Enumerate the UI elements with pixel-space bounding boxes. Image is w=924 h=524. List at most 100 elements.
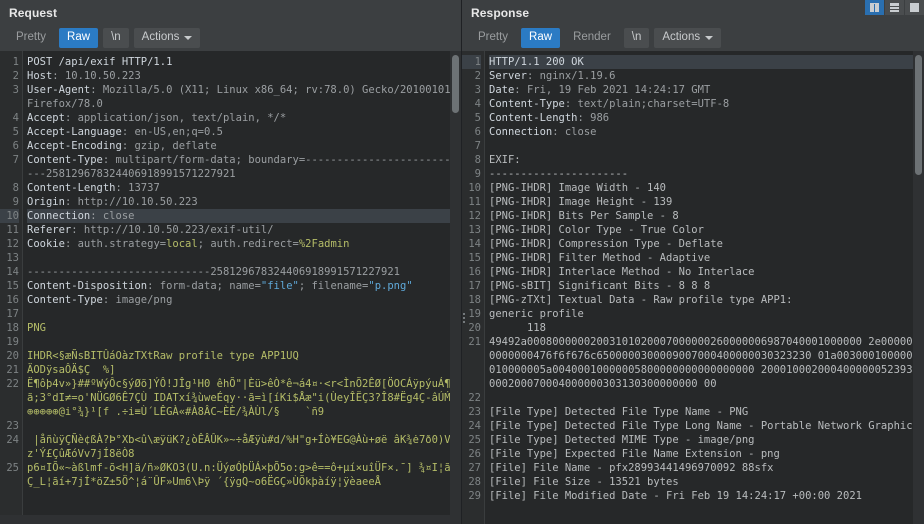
code-line[interactable] — [27, 307, 461, 321]
code-segment: HTTP/1.1 200 OK — [489, 56, 584, 68]
code-line[interactable]: -----------------------------25812967832… — [27, 265, 461, 279]
line-number: 25 — [468, 434, 481, 446]
code-line[interactable]: POST /api/exif HTTP/1.1 — [27, 55, 461, 69]
code-line[interactable]: Host: 10.10.50.223 — [27, 69, 461, 83]
line-number: 23 — [6, 420, 19, 432]
code-segment: : 13737 — [115, 182, 160, 194]
code-line[interactable]: [PNG-IHDR] Bits Per Sample - 8 — [489, 209, 924, 223]
line-number: 7 — [474, 140, 481, 152]
code-segment: Content-Disposition — [27, 280, 148, 292]
code-line[interactable]: User-Agent: Mozilla/5.0 (X11; Linux x86_… — [27, 83, 461, 111]
code-line[interactable] — [27, 419, 461, 433]
code-line[interactable]: [File] File Modified Date - Fri Feb 19 1… — [489, 489, 924, 503]
response-code[interactable]: HTTP/1.1 200 OK Server: nginx/1.19.6 Date:… — [484, 51, 924, 524]
line-number: 8 — [474, 154, 481, 166]
code-segment: Server — [489, 70, 527, 82]
code-line[interactable]: [PNG-IHDR] Compression Type - Deflate — [489, 237, 924, 251]
code-line[interactable]: |åñùÿÇÑè¢ßÀ?Þ°Xb<û\æÿüK?¿òÊÂÛK»~÷åÆÿù#d/… — [27, 433, 461, 461]
code-segment: "p.png" — [368, 280, 413, 292]
tab-newline[interactable]: \n — [103, 28, 129, 48]
code-line[interactable] — [27, 251, 461, 265]
code-segment: 118 — [489, 322, 546, 334]
response-vertical-scrollbar[interactable] — [913, 51, 924, 524]
tab-raw[interactable]: Raw — [59, 28, 99, 48]
line-number: 9 — [474, 168, 481, 180]
code-line[interactable]: Content-Disposition: form-data; name="fi… — [27, 279, 461, 293]
response-tab-render[interactable]: Render — [565, 28, 619, 48]
http-message-viewer: Request Pretty Raw \n Actions 1234567891… — [0, 0, 924, 524]
code-line[interactable]: [PNG-IHDR] Filter Method - Adaptive — [489, 251, 924, 265]
code-line[interactable]: [File Type] Detected MIME Type - image/p… — [489, 433, 924, 447]
response-scroll-thumb[interactable] — [915, 55, 922, 175]
response-editor[interactable]: 1 2 3 4 5 6 7 8 9 10 11 12 13 14 15 16 17 18 19 20 21 22 23 24 2… — [462, 51, 924, 524]
code-line[interactable]: Content-Type: multipart/form-data; bound… — [27, 153, 461, 181]
line-number: 18 — [6, 322, 19, 334]
request-vertical-scrollbar[interactable] — [450, 51, 461, 524]
code-line[interactable]: PNG — [27, 321, 461, 335]
response-actions-button[interactable]: Actions — [654, 28, 722, 48]
code-line[interactable]: Ë¶ôþ4v»}##ºWýÔc§ýØõ]ÝÔ!JÎg¹H0 êhÕ"|Èü>êÒ… — [27, 377, 461, 419]
code-line[interactable]: ÄODÿsaÔÄ$Ç %] — [27, 363, 461, 377]
request-editor[interactable]: 1 2 3 4 5 6 7 8 9 10 11 12 13 14 15 16 17 18 19 20 21 22 23 24 2… — [0, 51, 461, 524]
line-number: 16 — [6, 294, 19, 306]
code-line[interactable]: Referer: http://10.10.50.223/exif-util/ — [27, 223, 461, 237]
code-line[interactable]: IHDR<§æÑsBITÛáOàzTXtRaw profile type APP… — [27, 349, 461, 363]
code-line[interactable]: HTTP/1.1 200 OK — [489, 55, 924, 69]
code-line[interactable]: Content-Type: text/plain;charset=UTF-8 — [489, 97, 924, 111]
code-segment: [File Type] Detected File Type Long Name… — [489, 420, 919, 432]
actions-button[interactable]: Actions — [133, 28, 201, 48]
code-line[interactable] — [489, 139, 924, 153]
code-line[interactable]: [PNG-IHDR] Interlace Method - No Interla… — [489, 265, 924, 279]
code-line[interactable]: Content-Length: 986 — [489, 111, 924, 125]
line-number: 15 — [6, 280, 19, 292]
code-line[interactable]: ---------------------- — [489, 167, 924, 181]
code-line[interactable]: [PNG-zTXt] Textual Data - Raw profile ty… — [489, 293, 924, 307]
request-code[interactable]: POST /api/exif HTTP/1.1 Host: 10.10.50.22… — [22, 51, 461, 524]
code-line[interactable]: Accept-Encoding: gzip, deflate — [27, 139, 461, 153]
code-line[interactable]: Accept: application/json, text/plain, */… — [27, 111, 461, 125]
response-tab-newline[interactable]: \n — [623, 28, 650, 48]
code-segment: : Fri, 19 Feb 2021 14:24:17 GMT — [514, 84, 711, 96]
response-tab-pretty[interactable]: Pretty — [470, 28, 516, 48]
code-line[interactable]: [PNG-sBIT] Significant Bits - 8 8 8 — [489, 279, 924, 293]
response-tab-raw[interactable]: Raw — [521, 28, 561, 48]
code-line[interactable]: p6¤IÕ«~àßlmf-õ<H]ä/ñ»ØKO3(U.n:ÜýøÓþÜÁ×þÕ… — [27, 461, 461, 489]
code-line[interactable]: generic profile — [489, 307, 924, 321]
code-line[interactable]: [File Type] Detected File Type Name - PN… — [489, 405, 924, 419]
request-panel-header: Request — [0, 0, 461, 25]
code-line[interactable] — [27, 335, 461, 349]
code-line[interactable]: [File Type] Expected File Name Extension… — [489, 447, 924, 461]
code-line[interactable]: [File Type] Detected File Type Long Name… — [489, 419, 924, 433]
code-line[interactable]: Origin: http://10.10.50.223 — [27, 195, 461, 209]
code-line[interactable]: Date: Fri, 19 Feb 2021 14:24:17 GMT — [489, 83, 924, 97]
split-horizontal-button[interactable] — [885, 0, 904, 15]
code-segment: [PNG-IHDR] Color Type - True Color — [489, 224, 704, 236]
pane-drag-handle[interactable] — [462, 313, 466, 323]
code-line[interactable]: [PNG-IHDR] Color Type - True Color — [489, 223, 924, 237]
code-segment: : nginx/1.19.6 — [526, 70, 616, 82]
code-line[interactable]: [PNG-IHDR] Image Width - 140 — [489, 181, 924, 195]
code-line[interactable]: Server: nginx/1.19.6 — [489, 69, 924, 83]
code-line[interactable]: [File] File Name - pfx28993441496970092 … — [489, 461, 924, 475]
code-line[interactable]: 118 — [489, 321, 924, 335]
code-line[interactable]: [PNG-IHDR] Image Height - 139 — [489, 195, 924, 209]
code-segment: [PNG-IHDR] Filter Method - Adaptive — [489, 252, 711, 264]
code-line[interactable] — [489, 391, 924, 405]
split-vertical-button[interactable] — [865, 0, 884, 15]
code-line[interactable]: Connection: close — [27, 209, 461, 223]
code-line[interactable]: 49492a0008000000200310102000700000026000… — [489, 335, 924, 391]
code-line[interactable]: Content-Type: image/png — [27, 293, 461, 307]
code-line[interactable]: Accept-Language: en-US,en;q=0.5 — [27, 125, 461, 139]
request-scroll-thumb[interactable] — [452, 55, 459, 113]
code-segment: "file" — [260, 280, 299, 292]
rows-icon — [890, 3, 899, 12]
line-number: 4 — [12, 112, 19, 124]
code-line[interactable]: Connection: close — [489, 125, 924, 139]
request-horizontal-scrollbar[interactable] — [0, 515, 461, 524]
tab-pretty[interactable]: Pretty — [8, 28, 54, 48]
code-line[interactable]: [File] File Size - 13521 bytes — [489, 475, 924, 489]
code-line[interactable]: Content-Length: 13737 — [27, 181, 461, 195]
code-line[interactable]: Cookie: auth.strategy=local; auth.redire… — [27, 237, 461, 251]
single-pane-button[interactable] — [905, 0, 924, 15]
code-line[interactable]: EXIF: — [489, 153, 924, 167]
